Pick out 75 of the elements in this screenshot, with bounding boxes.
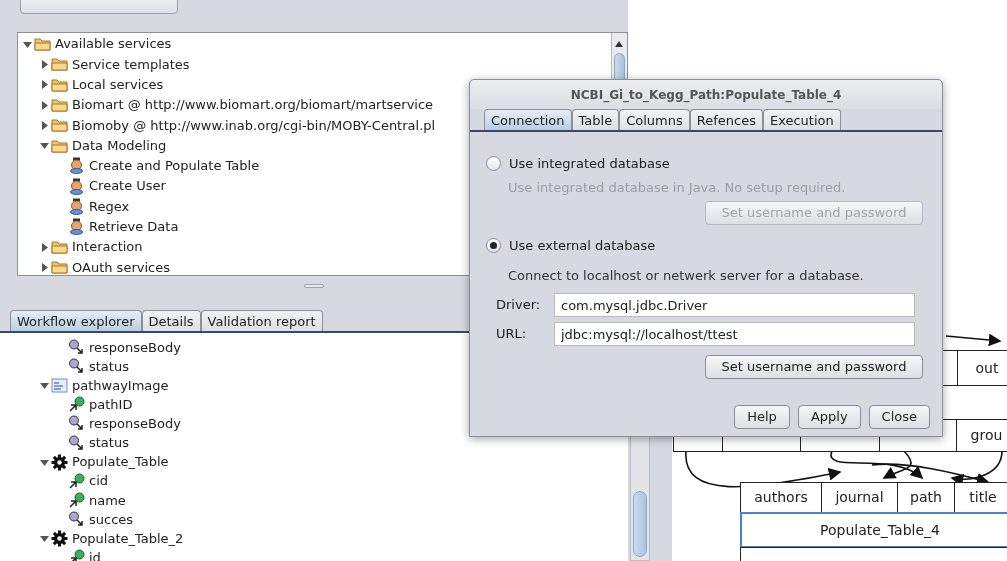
tab[interactable]: Details (141, 310, 201, 331)
input-field[interactable]: jdbc:mysql://localhost/ttest (554, 322, 915, 346)
figure-icon (68, 177, 85, 195)
folder-icon (51, 98, 68, 113)
tree-item[interactable]: Available services (55, 34, 172, 54)
tree-item[interactable]: name (89, 490, 126, 511)
tab[interactable]: Columns (619, 109, 690, 130)
tree-item[interactable]: pathwayImage (72, 376, 169, 396)
dialog-button[interactable]: Close (868, 405, 930, 429)
tree-item[interactable]: Retrieve Data (89, 217, 179, 237)
gear-icon (51, 530, 68, 547)
tree-item[interactable]: Create and Populate Table (89, 156, 260, 176)
port-cell: out (957, 350, 1007, 386)
option-label[interactable]: Use external database (509, 236, 656, 256)
folder-icon (34, 37, 51, 52)
tab[interactable]: Workflow explorer (10, 310, 142, 331)
document-icon (51, 377, 68, 395)
dialog-button[interactable]: Help (734, 405, 790, 429)
tab[interactable]: Table (571, 109, 620, 130)
tab[interactable]: Refences (689, 109, 763, 130)
figure-icon (68, 218, 85, 236)
description-text: Use integrated database in Java. No setup required. (508, 178, 847, 197)
tree-item[interactable]: Regex (89, 196, 130, 217)
output-port-icon (68, 510, 85, 528)
folder-icon (51, 138, 68, 153)
folder-icon (51, 118, 68, 133)
gear-icon (51, 453, 68, 471)
field-label: Driver: (495, 296, 542, 315)
tree-item[interactable]: pathID (89, 395, 133, 415)
tree-item[interactable]: OAuth services (72, 257, 170, 278)
dialog-button[interactable]: Apply (797, 405, 861, 429)
tree-item[interactable]: Service templates (72, 54, 190, 75)
folder-icon (51, 57, 68, 72)
input-port-icon (68, 491, 85, 509)
tree-item[interactable]: id (89, 547, 101, 561)
tree-item[interactable]: succes (89, 509, 134, 530)
output-port-icon (68, 434, 85, 452)
tree-item[interactable]: Populate_Table (72, 452, 169, 472)
tree-item[interactable]: cid (89, 471, 108, 491)
tree-item[interactable]: responseBody (89, 414, 181, 434)
figure-icon (68, 157, 85, 175)
description-text: Connect to localhost or netwerk server for a database. (508, 266, 865, 285)
tree-item[interactable]: Interaction (72, 237, 143, 257)
input-port-icon (68, 549, 85, 561)
tree-item[interactable]: Biomoby @ http://www.inab.org/cgi-bin/MOBY-Central.pl (72, 115, 436, 136)
folder-icon (51, 77, 68, 92)
input-port-icon (68, 472, 85, 490)
folder-icon (51, 240, 68, 255)
figure-icon (68, 198, 85, 215)
tree-item[interactable]: status (89, 356, 129, 377)
port-cell: authors (740, 482, 822, 513)
tree-item[interactable]: Biomart @ http://www.biomart.org/biomart/martservice (72, 95, 434, 115)
input-field[interactable]: com.mysql.jdbc.Driver (554, 293, 915, 317)
tree-item[interactable]: Create User (89, 176, 166, 196)
tree-item[interactable]: responseBody (89, 337, 181, 358)
tab[interactable]: Execution (762, 109, 841, 130)
tree-item[interactable]: Data Modeling (72, 135, 167, 156)
window-title: NCBI_Gi_to_Kegg_Path:Populate_Table_4 (470, 80, 942, 109)
splitter-handle[interactable] (304, 284, 324, 288)
port-cell: grou (956, 419, 1007, 452)
set-credentials-button[interactable]: Set username and password (705, 355, 923, 379)
field-label: URL: (495, 325, 528, 344)
tab[interactable]: Validation report (200, 310, 323, 331)
tree-item[interactable]: Populate_Table_2 (72, 528, 184, 549)
output-port-icon (68, 415, 85, 433)
output-port-icon (68, 339, 85, 357)
tree-item[interactable]: status (89, 433, 129, 453)
output-port-icon (68, 358, 85, 376)
tab[interactable]: Connection (484, 109, 572, 130)
tree-item[interactable]: Local services (72, 75, 164, 95)
radio-button[interactable] (486, 238, 501, 254)
scroll-thumb[interactable] (633, 491, 647, 557)
input-port-icon (68, 396, 85, 414)
folder-icon (51, 260, 68, 275)
node-box: Populate_Table_4 (740, 512, 1007, 548)
